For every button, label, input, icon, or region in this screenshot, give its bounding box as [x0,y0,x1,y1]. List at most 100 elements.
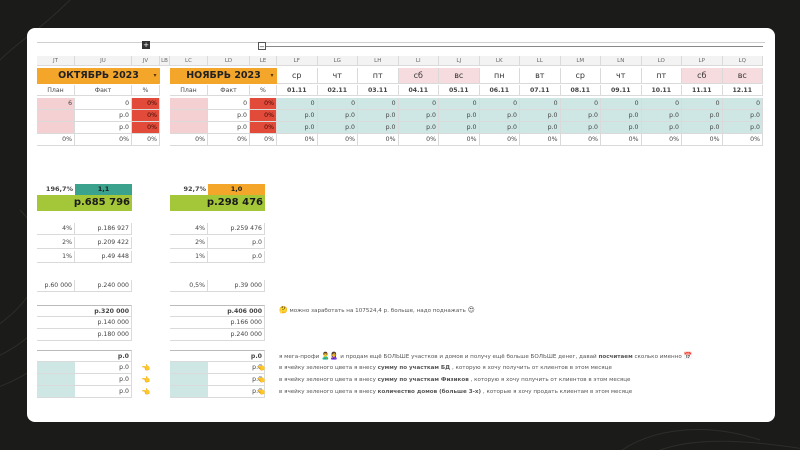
day-value-cell[interactable]: 0% [277,134,318,146]
day-value-cell[interactable]: 0 [398,98,439,110]
chevron-down-icon[interactable]: ▾ [267,68,277,84]
day-value-cell[interactable]: р.0 [682,110,723,122]
day-value-cell[interactable]: 0 [641,98,682,110]
day-value-cell[interactable]: р.0 [277,110,318,122]
day-value-cell[interactable]: 0% [317,134,358,146]
commission-amount: р.0 [208,251,265,263]
plan-cell[interactable] [170,122,208,134]
plan-cell[interactable]: 6 [37,98,75,110]
day-value-cell[interactable]: р.0 [398,110,439,122]
day-value-cell[interactable]: р.0 [641,122,682,134]
day-value-cell[interactable]: р.0 [277,122,318,134]
day-value-cell[interactable]: 0 [560,98,601,110]
day-value-cell[interactable]: 0 [520,98,561,110]
target-cell: р.0 [37,350,132,362]
day-value-cell[interactable]: 0% [601,134,642,146]
column-header-lc: LC [170,56,208,66]
day-value-cell[interactable]: р.0 [641,110,682,122]
column-header-lf: LF [277,56,318,66]
day-value-cell[interactable]: р.0 [317,110,358,122]
column-header-le: LE [250,56,277,66]
day-value-cell[interactable]: р.0 [601,110,642,122]
day-value-cell[interactable]: р.0 [560,122,601,134]
plan-cell[interactable] [170,110,208,122]
day-value-cell[interactable]: 0 [358,98,399,110]
day-of-week: пт [358,68,399,84]
day-value-cell[interactable]: 0 [722,98,763,110]
motivation-note: я мега-профи 🙎‍♂️🙎‍♀️ и продам ещё БОЛЬШ… [279,350,692,362]
day-value-cell[interactable]: 0 [479,98,520,110]
chevron-down-icon[interactable]: ▾ [150,68,160,84]
plan-cell[interactable] [170,98,208,110]
day-of-week: чт [601,68,642,84]
day-value-cell[interactable]: 0% [641,134,682,146]
commission-rate: 4% [37,223,75,235]
commission-amount: р.0 [208,237,265,249]
day-value-cell[interactable]: р.0 [682,122,723,134]
day-value-cell[interactable]: 0% [520,134,561,146]
month-dropdown-november[interactable]: НОЯБРЬ 2023 [170,68,277,84]
day-value-cell[interactable]: 0 [439,98,480,110]
day-value-cell[interactable]: р.0 [317,122,358,134]
plan-cell[interactable] [37,110,75,122]
day-value-cell[interactable]: 0 [682,98,723,110]
collapse-group-button[interactable]: − [258,42,266,51]
column-header-jv: JV [132,56,160,66]
goal-amount: р.406 000 [170,305,265,317]
pointing-hand-icon: 👈 [256,364,266,372]
day-value-cell[interactable]: р.0 [520,110,561,122]
target-cell[interactable]: р.0 [37,374,132,386]
day-value-cell[interactable]: р.0 [722,122,763,134]
emoji-icon: 🙎‍♂️🙎‍♀️ [321,352,339,360]
commission-amount: р.186 927 [75,223,132,235]
total-earnings: р.298 476 [170,195,265,211]
day-value-cell[interactable]: р.0 [439,122,480,134]
month-dropdown-october[interactable]: ОКТЯБРЬ 2023 [37,68,160,84]
emoji-icon: 🤔 [279,306,288,314]
column-header-ln: LN [601,56,642,66]
fact-cell: 0% [75,134,132,146]
day-value-cell[interactable]: р.0 [479,110,520,122]
target-cell[interactable]: р.0 [170,386,265,398]
day-value-cell[interactable]: р.0 [439,110,480,122]
day-of-week: пт [641,68,682,84]
day-value-cell[interactable]: 0% [560,134,601,146]
day-date: 03.11 [358,85,399,96]
day-value-cell[interactable]: 0 [277,98,318,110]
note-text: и продам ещё БОЛЬШЕ участков и домов и п… [340,354,597,360]
note-text: посчитаем [598,354,633,360]
day-date: 11.11 [682,85,723,96]
day-value-cell[interactable]: р.0 [398,122,439,134]
day-value-cell[interactable]: р.0 [358,122,399,134]
day-value-cell[interactable]: 0 [601,98,642,110]
day-value-cell[interactable]: р.0 [479,122,520,134]
pointing-hand-icon: 👈 [141,376,151,384]
day-value-cell[interactable]: 0% [358,134,399,146]
day-value-cell[interactable]: р.0 [520,122,561,134]
column-header-lh: LH [358,56,399,66]
day-value-cell[interactable]: р.0 [601,122,642,134]
day-value-cell[interactable]: 0% [722,134,763,146]
total-earnings: р.685 796 [37,195,132,211]
plan-cell[interactable]: 0% [170,134,208,146]
target-cell[interactable]: р.0 [37,386,132,398]
day-date: 05.11 [439,85,480,96]
day-value-cell[interactable]: 0 [317,98,358,110]
plan-cell[interactable]: 0% [37,134,75,146]
expand-group-button[interactable]: + [142,41,150,49]
day-value-cell[interactable]: 0% [398,134,439,146]
plan-cell[interactable] [37,122,75,134]
target-cell[interactable]: р.0 [170,374,265,386]
note-text: сумму по участкам БД [377,365,451,371]
fact-cell: р.0 [208,110,250,122]
day-value-cell[interactable]: 0% [682,134,723,146]
day-value-cell[interactable]: 0% [479,134,520,146]
day-of-week: сб [398,68,439,84]
day-value-cell[interactable]: 0% [439,134,480,146]
day-value-cell[interactable]: р.0 [722,110,763,122]
target-cell[interactable]: р.0 [170,362,265,374]
fact-cell: 0 [208,98,250,110]
day-value-cell[interactable]: р.0 [560,110,601,122]
day-value-cell[interactable]: р.0 [358,110,399,122]
target-cell[interactable]: р.0 [37,362,132,374]
